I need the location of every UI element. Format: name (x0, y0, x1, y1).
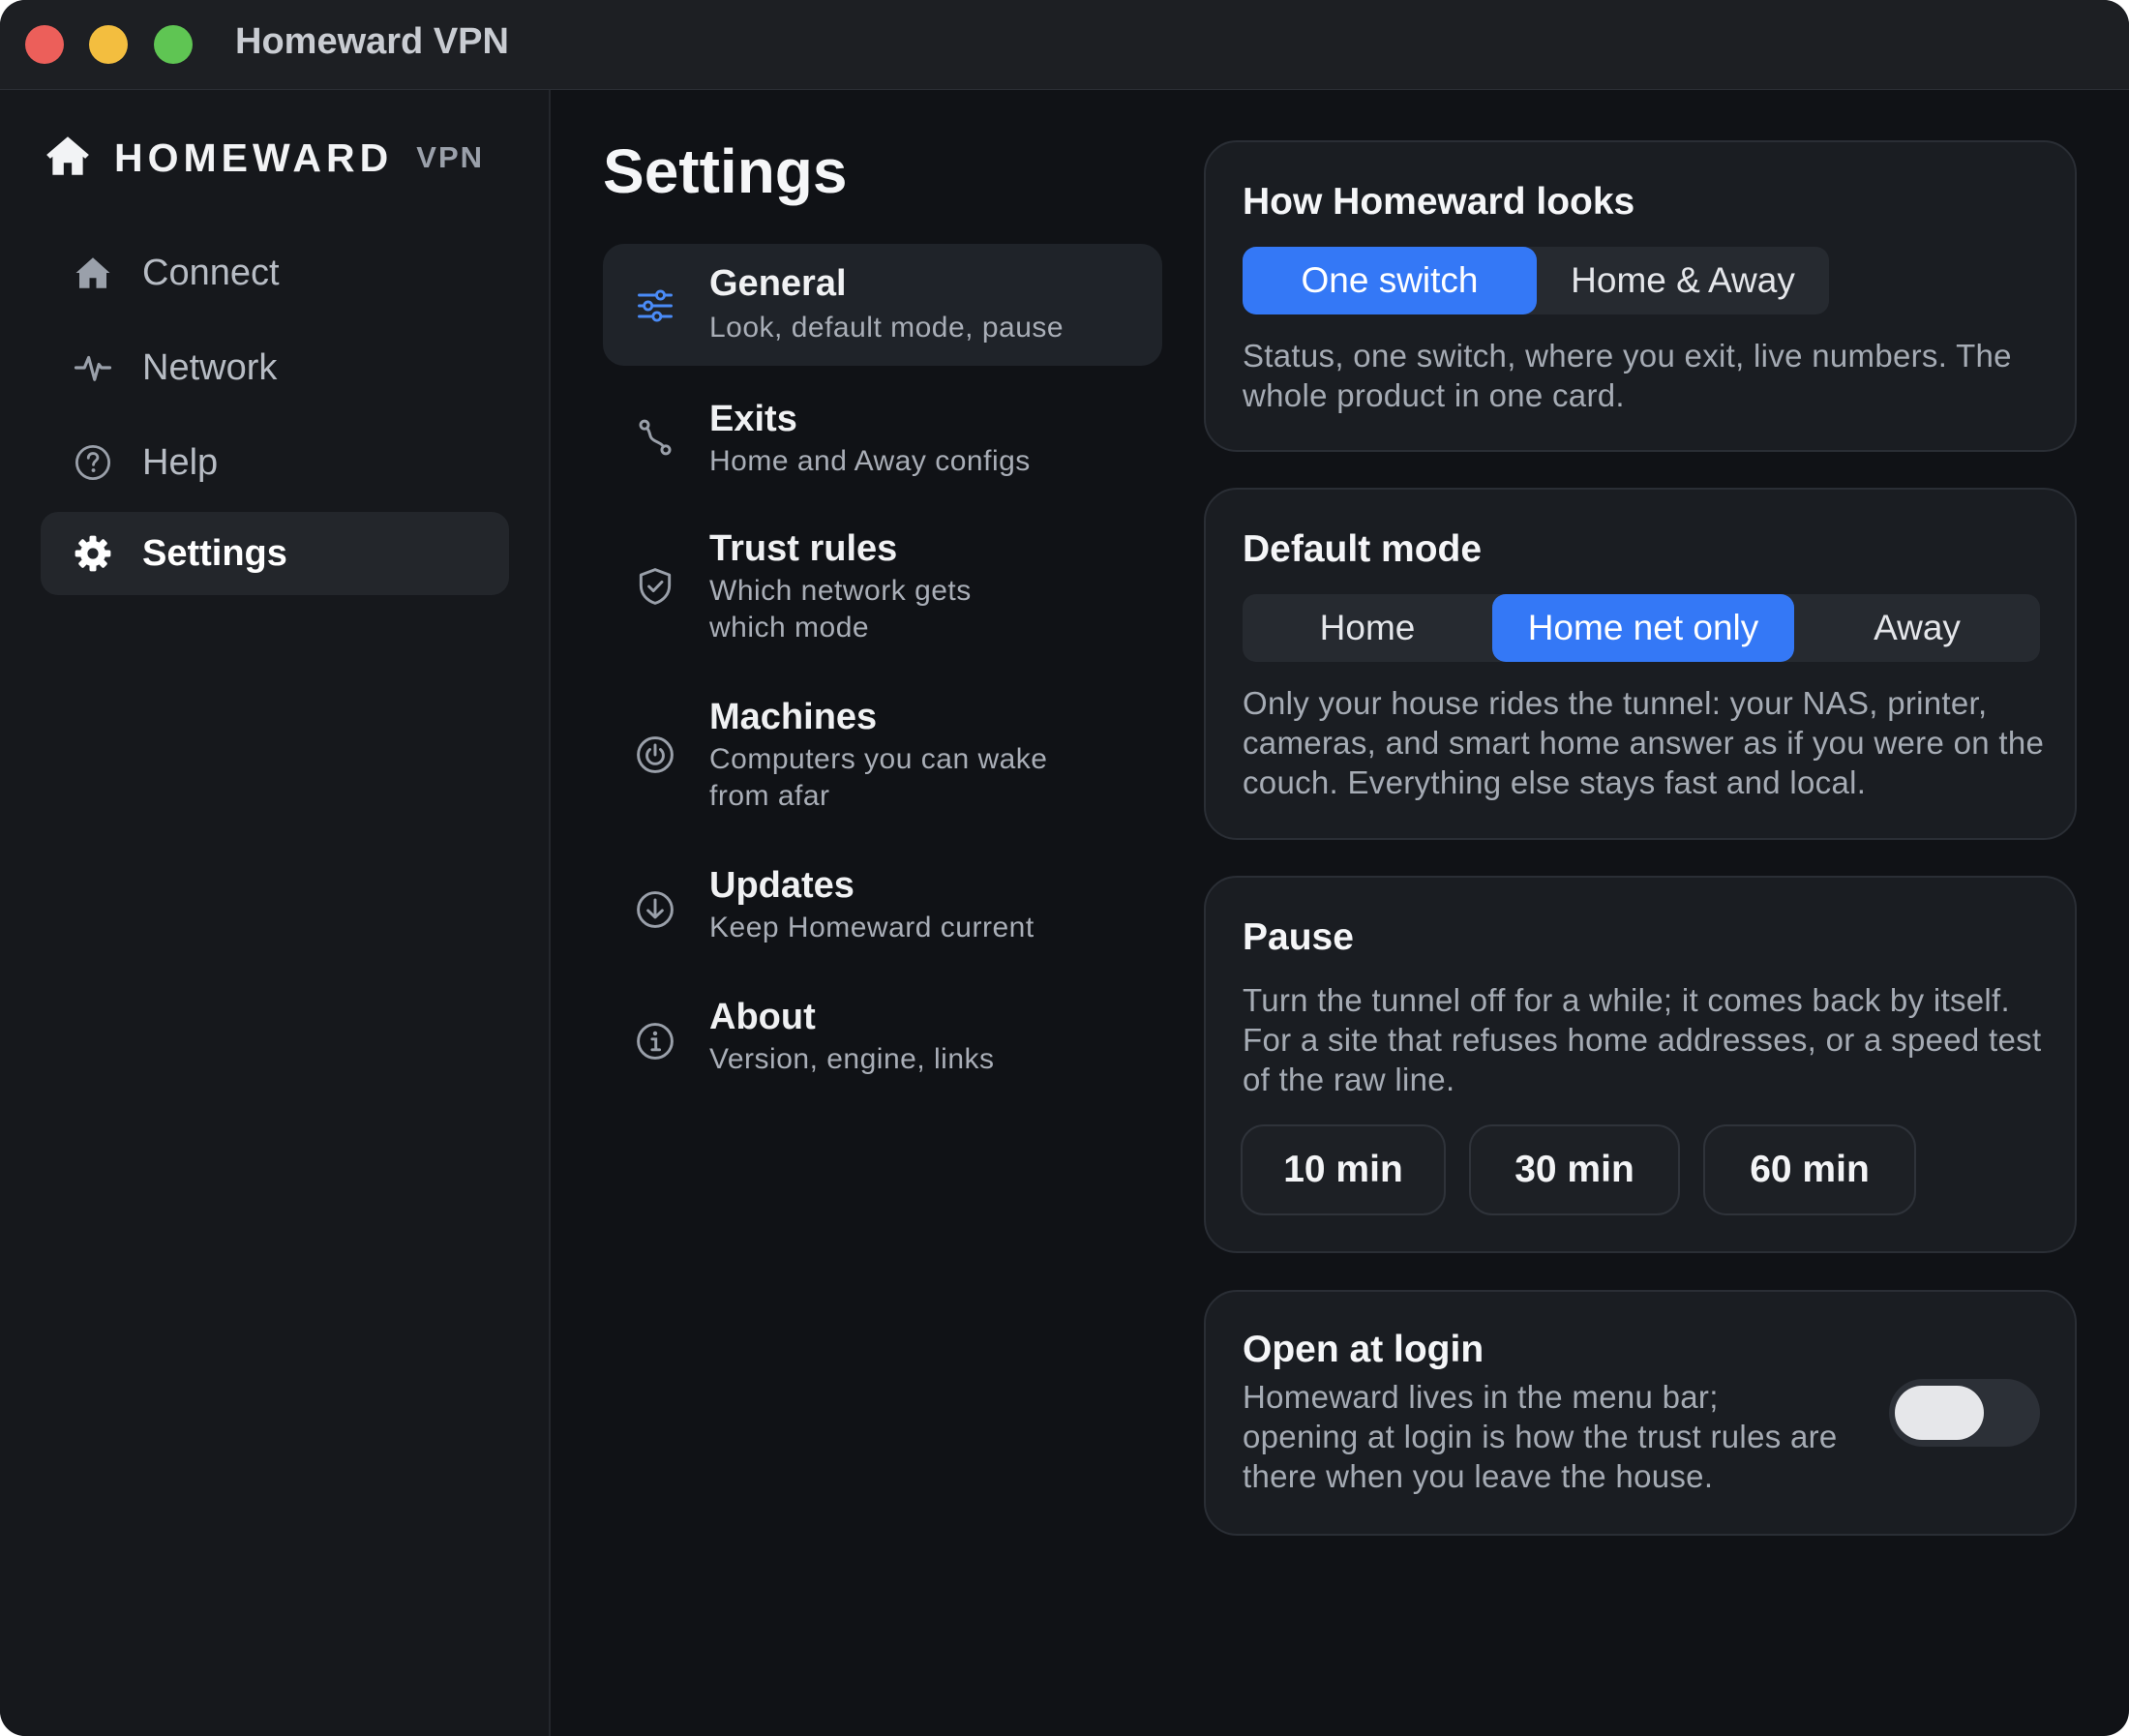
default-mode-desc: Only your house rides the tunnel: your N… (1243, 685, 2045, 800)
default-mode-card: Default mode Home Home net only Away Onl… (1204, 488, 2077, 840)
question-circle-icon (71, 440, 115, 485)
settings-section-machines[interactable]: Machines Computers you can wake from afa… (603, 685, 1162, 828)
pause-30-min-button[interactable]: 30 min (1469, 1124, 1680, 1215)
look-option-home-away[interactable]: Home & Away (1537, 247, 1829, 314)
mode-option-home-net-only[interactable]: Home net only (1492, 594, 1794, 662)
page-title: Settings (603, 136, 848, 206)
look-card-desc: Status, one switch, where you exit, live… (1243, 338, 2012, 413)
nav-label-settings: Settings (142, 532, 287, 574)
open-at-login-title: Open at login (1243, 1329, 1484, 1370)
sliders-icon (634, 284, 676, 327)
house-logo-icon (43, 132, 93, 185)
settings-section-about[interactable]: About Version, engine, links (603, 987, 1162, 1093)
pause-title: Pause (1243, 916, 1354, 958)
section-title-general: General (709, 263, 847, 304)
app-window: Homeward VPN HOMEWARD VPN Connect Networ… (0, 0, 2129, 1736)
pause-10-min-button[interactable]: 10 min (1241, 1124, 1446, 1215)
pause-60-min-button[interactable]: 60 min (1703, 1124, 1916, 1215)
settings-section-updates[interactable]: Updates Keep Homeward current (603, 855, 1162, 962)
brand: HOMEWARD VPN (43, 129, 484, 187)
nav-label-help: Help (142, 441, 219, 483)
nav-label-network: Network (142, 346, 278, 388)
settings-section-trust-rules[interactable]: Trust rules Which network gets which mod… (603, 517, 1162, 660)
sidebar: HOMEWARD VPN Connect Network Help Settin… (0, 90, 551, 1736)
gear-icon (71, 531, 115, 576)
look-option-one-switch[interactable]: One switch (1243, 247, 1537, 314)
section-desc-general: Look, default mode, pause (709, 312, 1064, 344)
section-title-about: About (709, 997, 816, 1037)
nav-label-connect: Connect (142, 252, 280, 293)
look-card-title: How Homeward looks (1243, 181, 1635, 223)
look-card: How Homeward looks One switch Home & Awa… (1204, 140, 2077, 452)
title-bar: Homeward VPN (0, 0, 2129, 90)
settings-section-exits[interactable]: Exits Home and Away configs (603, 383, 1162, 490)
open-at-login-desc: Homeward lives in the menu bar; opening … (1243, 1379, 1838, 1494)
pause-desc: Turn the tunnel off for a while; it come… (1243, 982, 2042, 1097)
house-icon (71, 251, 115, 295)
mode-option-home[interactable]: Home (1243, 594, 1492, 662)
section-title-exits: Exits (709, 399, 797, 439)
mode-option-away[interactable]: Away (1794, 594, 2040, 662)
window-title: Homeward VPN (235, 21, 509, 62)
power-icon (634, 733, 676, 776)
section-desc-machines: Computers you can wake from afar (709, 743, 1048, 812)
nav-item-help[interactable]: Help (41, 421, 509, 504)
info-circle-icon (634, 1020, 676, 1063)
section-title-trust-rules: Trust rules (709, 528, 898, 569)
section-desc-updates: Keep Homeward current (709, 912, 1035, 943)
route-icon (634, 416, 676, 459)
section-desc-exits: Home and Away configs (709, 445, 1031, 477)
brand-name: HOMEWARD (114, 135, 394, 180)
nav-item-network[interactable]: Network (41, 326, 509, 409)
nav-item-settings[interactable]: Settings (41, 512, 509, 595)
mode-segmented-control: Home Home net only Away (1243, 594, 2040, 662)
default-mode-title: Default mode (1243, 528, 1483, 570)
section-title-updates: Updates (709, 865, 855, 906)
nav-item-connect[interactable]: Connect (41, 231, 509, 314)
shield-check-icon (634, 565, 676, 608)
close-window-button[interactable] (25, 25, 64, 64)
zoom-window-button[interactable] (154, 25, 193, 64)
pulse-icon (71, 345, 115, 390)
section-desc-about: Version, engine, links (709, 1043, 995, 1075)
toggle-knob (1895, 1386, 1984, 1440)
section-desc-trust-rules: Which network gets which mode (709, 575, 972, 644)
brand-tag: VPN (416, 140, 485, 174)
look-segmented-control: One switch Home & Away (1243, 247, 1829, 314)
open-at-login-toggle[interactable] (1889, 1379, 2040, 1447)
download-circle-icon (634, 888, 676, 931)
minimize-window-button[interactable] (89, 25, 128, 64)
settings-section-general[interactable]: General Look, default mode, pause (603, 244, 1162, 366)
section-title-machines: Machines (709, 697, 878, 737)
